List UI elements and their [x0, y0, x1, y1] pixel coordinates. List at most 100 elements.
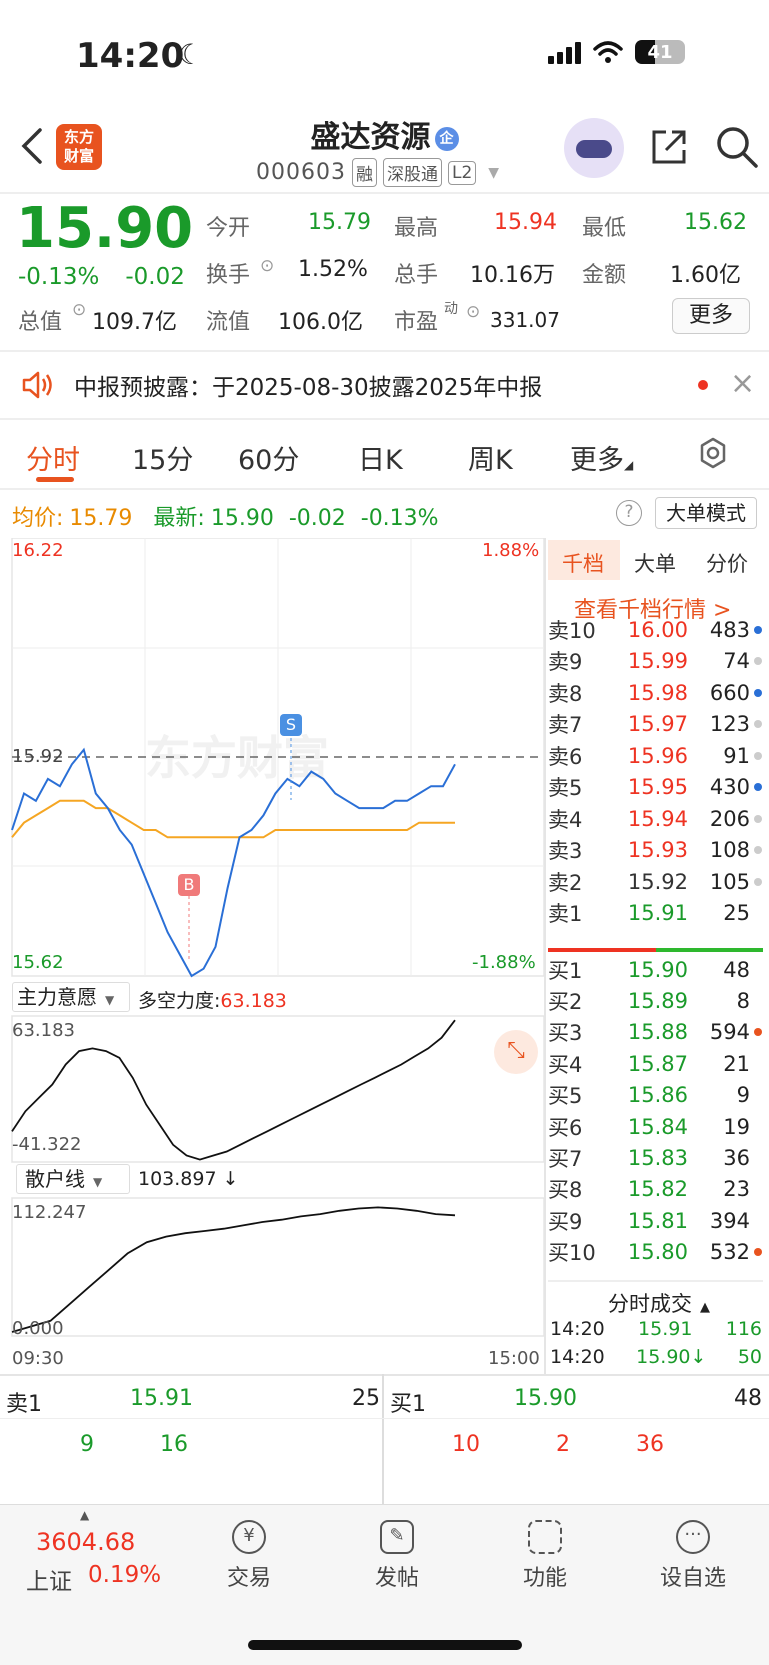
sell-marker[interactable]: S [280, 714, 302, 736]
info-icon[interactable]: ⊙ [466, 302, 480, 322]
notice-bar[interactable]: 中报预披露：于2025-08-30披露2025年中报 [0, 352, 769, 418]
order-dot [754, 814, 762, 823]
search-icon[interactable] [714, 124, 760, 170]
bid-row[interactable]: 买8 15.82 23 [548, 1174, 763, 1205]
order-level-label: 买1 [548, 958, 583, 983]
order-price: 15.99 [627, 649, 688, 673]
order-level-label: 卖8 [548, 681, 583, 706]
mcap-value: 109.7亿 [92, 310, 177, 335]
info-icon[interactable]: ⊙ [260, 256, 274, 276]
ask-row[interactable]: 卖5 15.95 430 [548, 772, 763, 803]
watermark: 东方财富 [145, 732, 329, 784]
ask-row[interactable]: 卖1 15.91 25 [548, 898, 763, 929]
bid1-label: 买1 [390, 1392, 426, 1417]
enterprise-badge: 企 [434, 126, 459, 151]
tab-weekly[interactable]: 周K [468, 438, 513, 477]
more-button[interactable]: 更多 [672, 298, 750, 334]
order-volume: 532 [709, 1240, 750, 1265]
bid1-price: 15.90 [514, 1386, 577, 1411]
ask1-vol: 25 [352, 1386, 380, 1411]
big-order-mode-button[interactable]: 大单模式 [655, 497, 757, 529]
ind1-max-label: 63.183 [12, 1020, 75, 1041]
order-price: 15.87 [627, 1051, 688, 1076]
tab-15min[interactable]: 15分 [132, 438, 193, 477]
order-level-label: 卖10 [548, 618, 596, 643]
order-level-label: 卖6 [548, 744, 583, 769]
order-volume: 108 [709, 838, 750, 862]
bid-row[interactable]: 买10 15.80 532 [548, 1237, 763, 1268]
share-icon[interactable] [648, 126, 690, 168]
bid-row[interactable]: 买3 15.88 594 [548, 1017, 763, 1048]
intraday-chart[interactable]: 东方财富 [0, 538, 548, 1358]
index-value[interactable]: 3604.68 [36, 1528, 135, 1556]
grid-icon [528, 1520, 562, 1554]
ask-row[interactable]: 卖7 15.97 123 [548, 709, 763, 740]
battery-icon: 41 [635, 40, 685, 64]
order-level-label: 卖1 [548, 902, 583, 926]
ask-row[interactable]: 卖10 16.00 483 [548, 614, 763, 645]
order-dot [754, 1185, 762, 1193]
ask-row[interactable]: 卖2 15.92 105 [548, 866, 763, 897]
bid-row[interactable]: 买4 15.87 21 [548, 1048, 763, 1079]
side-tab-price[interactable]: 分价 [706, 548, 748, 578]
ask-row[interactable]: 卖4 15.94 206 [548, 803, 763, 834]
expand-icon[interactable]: ⤡ [494, 1030, 538, 1074]
nav-trade[interactable]: ¥ 交易 [194, 1520, 304, 1592]
side-tab-bigorder[interactable]: 大单 [634, 548, 676, 578]
assistant-avatar[interactable] [564, 118, 624, 178]
order-price: 15.95 [627, 775, 688, 799]
stock-code: 000603 [256, 160, 346, 185]
ask-row[interactable]: 卖8 15.98 660 [548, 677, 763, 708]
ask1-label: 卖1 [6, 1392, 42, 1417]
tab-60min[interactable]: 60分 [238, 438, 299, 477]
order-dot [754, 657, 762, 665]
bid-row[interactable]: 买2 15.89 8 [548, 985, 763, 1016]
order-level-label: 卖9 [548, 650, 583, 674]
order-volume: 594 [709, 1020, 750, 1045]
order-volume: 9 [736, 1083, 750, 1108]
indicator2-value: 103.897 ↓ [138, 1168, 239, 1190]
order-volume: 660 [709, 680, 750, 705]
side-tab-level[interactable]: 千档 [562, 548, 604, 578]
indicator2-select[interactable]: 散户线 ▼ [16, 1164, 130, 1194]
buy-marker[interactable]: B [178, 874, 200, 896]
close-icon[interactable]: × [730, 366, 755, 401]
settings-icon[interactable] [696, 436, 730, 470]
bid-row[interactable]: 买5 15.86 9 [548, 1080, 763, 1111]
amount-label: 金额 [582, 263, 627, 288]
stock-code-row[interactable]: 000603 融 深股通 L2 ▼ [256, 158, 499, 187]
ask-queue-item: 16 [160, 1432, 188, 1457]
help-icon[interactable]: ? [616, 500, 642, 526]
trades-title[interactable]: 分时成交 ▲ [608, 1288, 710, 1318]
mcap-label: 总值 [18, 310, 63, 335]
high-label: 最高 [394, 216, 439, 241]
index-pct[interactable]: 0.19% [88, 1562, 161, 1588]
info-icon[interactable]: ⊙ [72, 300, 86, 320]
bid-row[interactable]: 买7 15.83 36 [548, 1142, 763, 1173]
bid-row[interactable]: 买9 15.81 394 [548, 1205, 763, 1236]
ask-row[interactable]: 卖6 15.96 91 [548, 740, 763, 771]
nav-function[interactable]: 功能 [490, 1520, 600, 1592]
order-level-label: 卖5 [548, 776, 583, 800]
order-level-label: 卖7 [548, 713, 583, 737]
tab-more[interactable]: 更多◢ [570, 438, 633, 477]
ask-row[interactable]: 卖9 15.99 74 [548, 646, 763, 677]
order-price: 15.81 [627, 1208, 688, 1233]
nav-post[interactable]: ✎ 发帖 [342, 1520, 452, 1592]
high-value: 15.94 [494, 210, 557, 235]
order-dot [754, 997, 762, 1005]
index-name[interactable]: 上证 [26, 1562, 72, 1596]
order-volume: 19 [723, 1114, 750, 1139]
nav-watchlist[interactable]: ··· 设自选 [638, 1520, 748, 1592]
ask-row[interactable]: 卖3 15.93 108 [548, 835, 763, 866]
bid-row[interactable]: 买1 15.90 48 [548, 954, 763, 985]
moon-icon: ☾ [178, 38, 204, 71]
volume-value: 10.16万 [470, 263, 555, 288]
tab-intraday[interactable]: 分时 [26, 438, 80, 477]
open-value: 15.79 [308, 210, 371, 235]
order-level-label: 买5 [548, 1084, 583, 1109]
indicator1-select[interactable]: 主力意愿 ▼ [12, 982, 130, 1012]
bid-row[interactable]: 买6 15.84 19 [548, 1111, 763, 1142]
tab-daily[interactable]: 日K [358, 438, 403, 477]
order-level-label: 买3 [548, 1021, 583, 1046]
